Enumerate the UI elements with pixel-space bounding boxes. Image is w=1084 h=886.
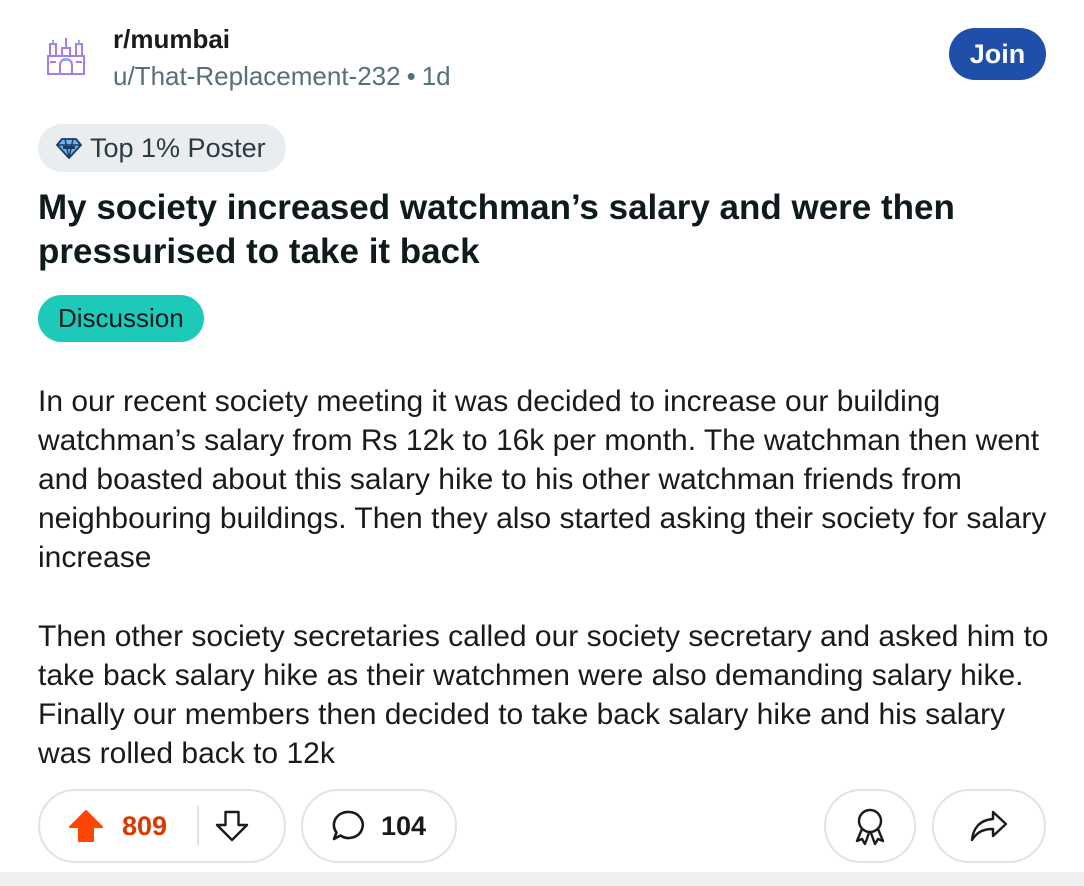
post-flair[interactable]: Discussion: [38, 295, 204, 342]
vote-control: 809: [38, 789, 286, 863]
comment-bubble-icon: [332, 810, 365, 841]
subreddit-name[interactable]: r/mumbai: [113, 22, 451, 56]
award-ribbon-icon: [855, 808, 885, 846]
vote-count: 809: [122, 810, 168, 841]
post-age: 1d: [421, 61, 451, 91]
meta-separator: •: [406, 61, 416, 91]
comment-count: 104: [381, 810, 427, 841]
award-button[interactable]: [824, 789, 916, 863]
post-actions: 809 104: [38, 789, 1046, 865]
post-body: In our recent society meeting it was dec…: [38, 382, 1056, 813]
top-poster-badge: Top 1% Poster: [38, 124, 286, 172]
post-meta: r/mumbai u/That-Replacement-232 • 1d: [113, 22, 451, 94]
body-paragraph: In our recent society meeting it was dec…: [38, 385, 1047, 574]
diamond-badge-icon: [56, 138, 82, 159]
upvote-arrow-icon: [69, 810, 103, 842]
vote-divider: [197, 806, 200, 846]
post-header: r/mumbai u/That-Replacement-232 • 1d Join: [40, 22, 1046, 94]
downvote-button[interactable]: [215, 809, 249, 843]
feed-divider: [0, 872, 1084, 886]
post-title[interactable]: My society increased watchman’s salary a…: [38, 186, 1048, 274]
badge-label: Top 1% Poster: [90, 132, 266, 163]
share-button[interactable]: [932, 789, 1046, 863]
body-paragraph: Then other society secretaries called ou…: [38, 620, 1049, 770]
author-name[interactable]: u/That-Replacement-232: [113, 61, 401, 91]
author-line: u/That-Replacement-232 • 1d: [113, 58, 451, 94]
subreddit-avatar-icon[interactable]: [44, 34, 88, 78]
downvote-arrow-icon: [215, 810, 249, 842]
join-button[interactable]: Join: [949, 28, 1046, 80]
upvote-button[interactable]: [68, 808, 104, 844]
share-arrow-icon: [970, 810, 1008, 842]
comments-button[interactable]: 104: [301, 789, 457, 863]
